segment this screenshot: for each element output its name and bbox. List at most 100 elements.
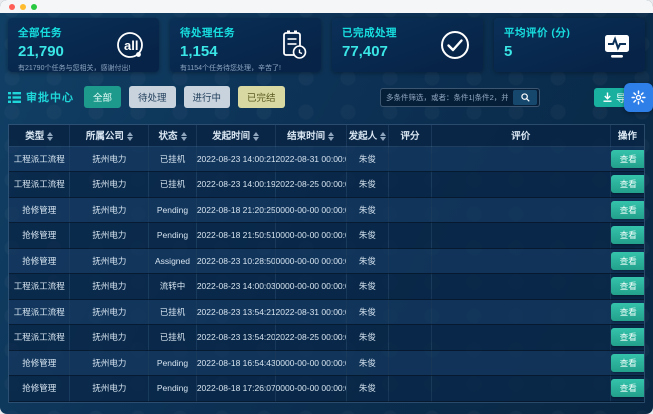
cell-action: 查看 [610, 197, 644, 223]
cell-start-time: 2022-08-23 14:00:19 [196, 172, 275, 198]
toolbar: 审批中心 全部 待处理 进行中 已完结 导出 [8, 86, 645, 108]
cell-start-time: 2022-08-23 14:00:03 [196, 274, 275, 300]
cell-initiator: 朱俊 [346, 376, 389, 402]
cell-score [389, 248, 432, 274]
traffic-light-close[interactable] [9, 4, 15, 10]
table-body: 工程派工流程 抚州电力 已挂机 2022-08-23 14:00:21 2022… [9, 146, 644, 401]
sort-icon [328, 132, 334, 141]
cell-score [389, 299, 432, 325]
cell-score [389, 197, 432, 223]
table-row[interactable]: 工程派工流程 抚州电力 流转中 2022-08-23 14:00:03 0000… [9, 274, 644, 300]
cell-status: 已挂机 [149, 172, 197, 198]
list-grid-icon [8, 92, 21, 103]
column-header-review: 评价 [431, 125, 610, 146]
cell-end-time: 0000-00-00 00:00:00 [275, 223, 346, 249]
search-button[interactable] [513, 90, 537, 105]
search-icon [521, 93, 530, 102]
search-input[interactable] [381, 93, 513, 102]
filter-finished-button[interactable]: 已完结 [238, 86, 285, 108]
cell-type: 抢修管理 [9, 197, 70, 223]
table-row[interactable]: 抢修管理 抚州电力 Pending 2022-08-18 16:54:43 00… [9, 350, 644, 376]
cell-company: 抚州电力 [70, 376, 149, 402]
stat-card-average-score: 平均评价 (分) 5 [494, 18, 645, 72]
filter-pending-button[interactable]: 待处理 [129, 86, 176, 108]
table-row[interactable]: 工程派工流程 抚州电力 已挂机 2022-08-23 14:00:21 2022… [9, 146, 644, 172]
cell-company: 抚州电力 [70, 223, 149, 249]
table-row[interactable]: 工程派工流程 抚州电力 已挂机 2022-08-23 13:54:21 2022… [9, 299, 644, 325]
cell-type: 抢修管理 [9, 223, 70, 249]
traffic-light-minimize[interactable] [20, 4, 26, 10]
cell-end-time: 0000-00-00 00:00:00 [275, 376, 346, 402]
cell-end-time: 2022-08-25 00:00:00 [275, 172, 346, 198]
cell-review [431, 172, 610, 198]
cell-end-time: 2022-08-31 00:00:00 [275, 299, 346, 325]
cell-type: 抢修管理 [9, 248, 70, 274]
view-button[interactable]: 查看 [611, 277, 644, 295]
cell-status: Pending [149, 223, 197, 249]
column-header-action: 操作 [610, 125, 644, 146]
view-button[interactable]: 查看 [611, 201, 644, 219]
stat-card-pending-tasks: 待处理任务 1,154 有1154个任务待您处理，辛苦了! [170, 18, 321, 72]
cell-review [431, 376, 610, 402]
cell-action: 查看 [610, 325, 644, 351]
download-icon [603, 92, 612, 102]
stat-card-subtitle: 有21790个任务与您相关，感谢付出! [18, 63, 149, 73]
stat-card-completed: 已完成处理 77,407 [332, 18, 483, 72]
sort-icon [47, 132, 53, 141]
cell-start-time: 2022-08-18 21:20:25 [196, 197, 275, 223]
cell-action: 查看 [610, 248, 644, 274]
cell-initiator: 朱俊 [346, 172, 389, 198]
settings-fab-button[interactable] [624, 83, 653, 112]
gear-icon [631, 90, 646, 105]
column-header-end[interactable]: 结束时间 [275, 125, 346, 146]
stat-card-subtitle: 有1154个任务待您处理，辛苦了! [180, 63, 311, 73]
table-row[interactable]: 工程派工流程 抚州电力 已挂机 2022-08-23 14:00:19 2022… [9, 172, 644, 198]
cell-review [431, 197, 610, 223]
cell-initiator: 朱俊 [346, 248, 389, 274]
column-header-company[interactable]: 所属公司 [70, 125, 149, 146]
cell-start-time: 2022-08-18 21:50:51 [196, 223, 275, 249]
view-button[interactable]: 查看 [611, 150, 644, 168]
view-button[interactable]: 查看 [611, 175, 644, 193]
cell-score [389, 325, 432, 351]
table-row[interactable]: 抢修管理 抚州电力 Pending 2022-08-18 17:26:07 00… [9, 376, 644, 402]
view-button[interactable]: 查看 [611, 354, 644, 372]
cell-start-time: 2022-08-23 10:28:50 [196, 248, 275, 274]
view-button[interactable]: 查看 [611, 226, 644, 244]
table-row[interactable]: 抢修管理 抚州电力 Assigned 2022-08-23 10:28:50 0… [9, 248, 644, 274]
cell-score [389, 274, 432, 300]
sort-icon [253, 132, 259, 141]
filter-all-button[interactable]: 全部 [84, 86, 121, 108]
clipboard-clock-icon [275, 27, 311, 63]
table-row[interactable]: 抢修管理 抚州电力 Pending 2022-08-18 21:20:25 00… [9, 197, 644, 223]
cell-status: Assigned [149, 248, 197, 274]
cell-start-time: 2022-08-23 13:54:20 [196, 325, 275, 351]
table-row[interactable]: 抢修管理 抚州电力 Pending 2022-08-18 21:50:51 00… [9, 223, 644, 249]
cell-type: 工程派工流程 [9, 172, 70, 198]
column-header-type[interactable]: 类型 [9, 125, 70, 146]
filter-inprogress-button[interactable]: 进行中 [184, 86, 231, 108]
app-window: 全部任务 21,790 有21790个任务与您相关，感谢付出! all 待处理任… [0, 0, 653, 414]
view-button[interactable]: 查看 [611, 379, 644, 397]
view-button[interactable]: 查看 [611, 303, 644, 321]
view-button[interactable]: 查看 [611, 252, 644, 270]
cell-status: 已挂机 [149, 299, 197, 325]
cell-type: 抢修管理 [9, 376, 70, 402]
cell-type: 工程派工流程 [9, 299, 70, 325]
column-header-status[interactable]: 状态 [149, 125, 197, 146]
column-header-start[interactable]: 发起时间 [196, 125, 275, 146]
cell-end-time: 0000-00-00 00:00:00 [275, 197, 346, 223]
search-box [380, 88, 540, 107]
cell-company: 抚州电力 [70, 325, 149, 351]
cell-type: 抢修管理 [9, 350, 70, 376]
cell-action: 查看 [610, 350, 644, 376]
column-header-initiator[interactable]: 发起人 [346, 125, 389, 146]
table-row[interactable]: 工程派工流程 抚州电力 已挂机 2022-08-23 13:54:20 2022… [9, 325, 644, 351]
cell-action: 查看 [610, 146, 644, 172]
sort-icon [127, 132, 133, 141]
cell-start-time: 2022-08-18 16:54:43 [196, 350, 275, 376]
cell-initiator: 朱俊 [346, 325, 389, 351]
traffic-light-maximize[interactable] [31, 4, 37, 10]
cell-end-time: 0000-00-00 00:00:00 [275, 350, 346, 376]
view-button[interactable]: 查看 [611, 328, 644, 346]
